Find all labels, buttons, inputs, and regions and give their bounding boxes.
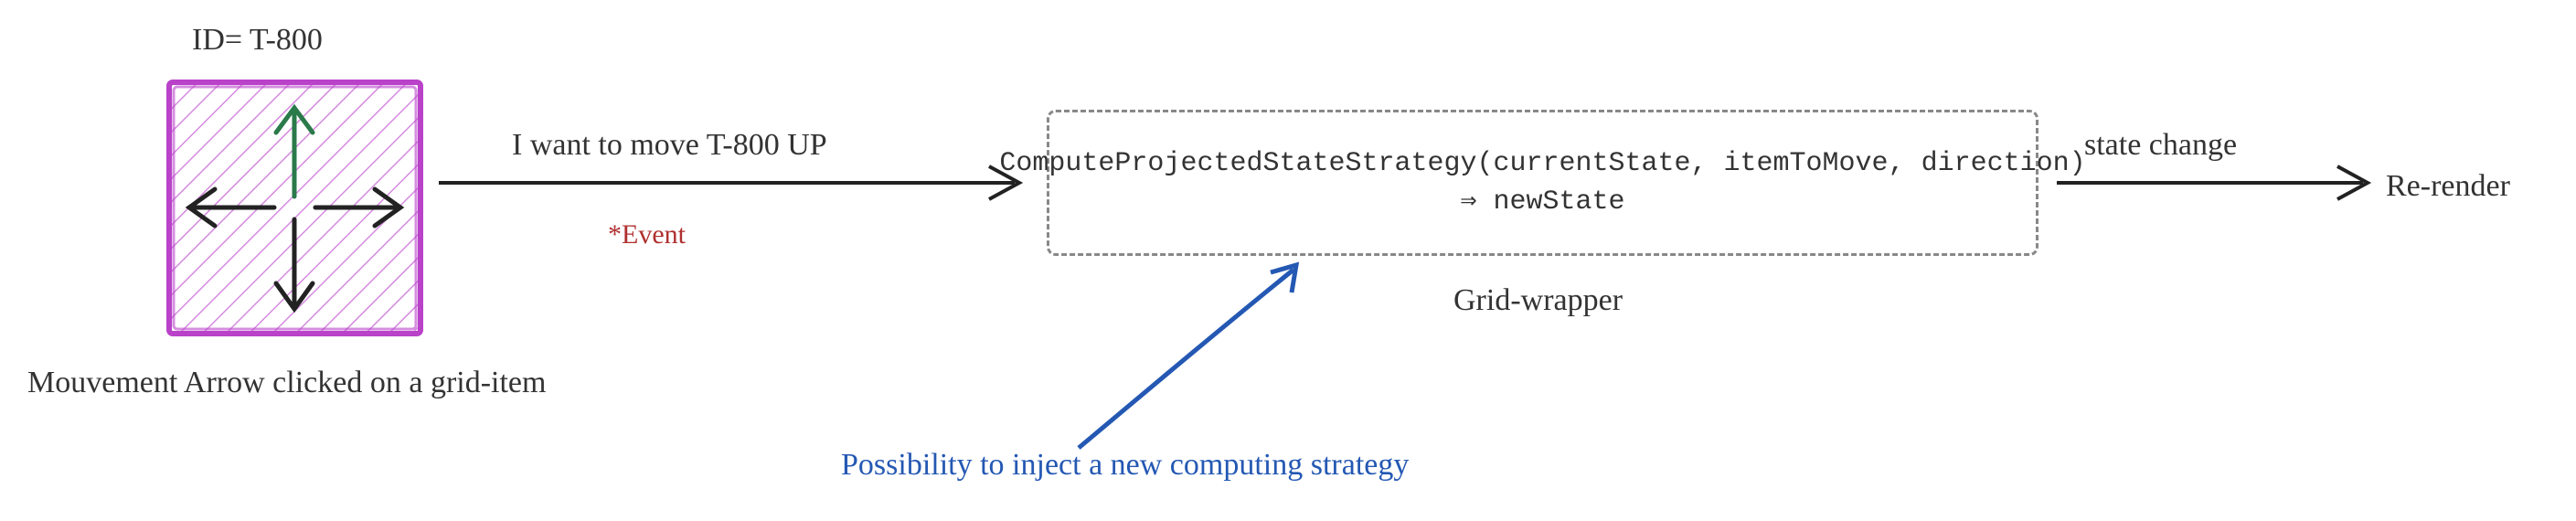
up-arrow-icon — [276, 108, 313, 197]
event-arrow-label: I want to move T-800 UP — [512, 128, 827, 163]
grid-item-id-label: ID= T-800 — [192, 23, 323, 58]
strategy-code-text: ComputeProjectedStateStrategy(currentSta… — [999, 144, 2085, 221]
event-arrow — [439, 166, 1019, 199]
injection-label: Possibility to inject a new computing st… — [841, 448, 1409, 483]
grid-item-box — [169, 82, 420, 334]
rerender-label: Re-render — [2386, 169, 2510, 204]
diagram-canvas — [0, 0, 2576, 521]
injection-arrow — [1079, 265, 1296, 448]
right-arrow-icon — [315, 189, 400, 226]
down-arrow-icon — [276, 219, 313, 309]
left-arrow-icon — [189, 189, 274, 226]
state-change-label: state change — [2084, 128, 2237, 163]
strategy-code-box: ComputeProjectedStateStrategy(currentSta… — [1047, 110, 2038, 256]
event-arrow-note: *Event — [608, 219, 686, 250]
grid-item-caption: Mouvement Arrow clicked on a grid-item — [27, 366, 546, 400]
grid-wrapper-caption: Grid-wrapper — [1453, 283, 1623, 318]
state-change-arrow — [2057, 166, 2368, 199]
